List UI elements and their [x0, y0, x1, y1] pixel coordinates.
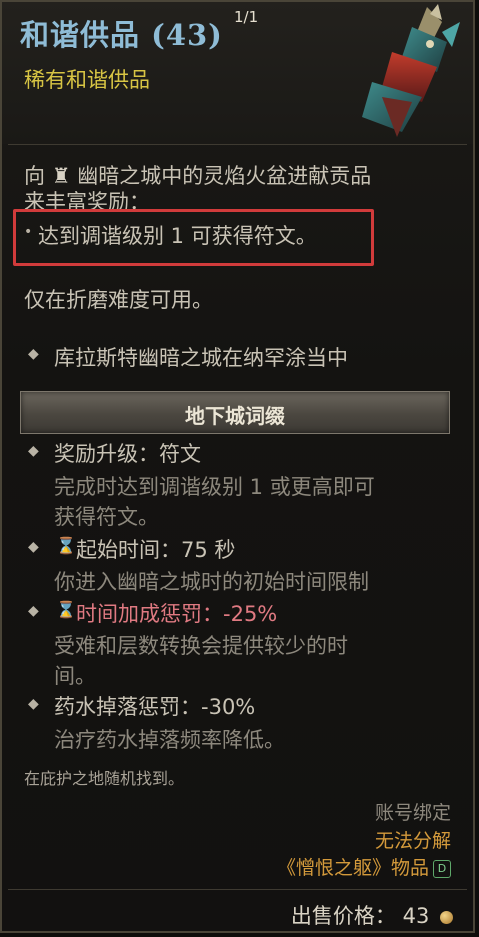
time-penalty-desc-1: 受难和层数转换会提供较少的时: [54, 634, 348, 658]
item-rarity: 稀有和谐供品: [24, 68, 150, 92]
banner-label: 地下城词缀: [185, 404, 285, 428]
time-penalty-title: 时间加成惩罚：-25%: [76, 602, 278, 626]
bullet-dot-icon: •: [24, 224, 33, 240]
reward-upgrade-desc-1: 完成时达到调谐级别 1 或更高即可: [54, 475, 375, 499]
start-time-title: 起始时间：75 秒: [76, 538, 236, 562]
diamond-bullet-icon: ◆: [28, 539, 39, 555]
expansion-d-icon: D: [433, 859, 451, 878]
reward-upgrade-title: 奖励升级：符文: [54, 442, 201, 466]
account-bound-label: 账号绑定: [374, 802, 451, 824]
stack-count: 1/1: [234, 8, 259, 26]
location-line: 库拉斯特幽暗之城在纳罕涂当中: [54, 346, 348, 370]
diamond-bullet-icon: ◆: [28, 603, 39, 619]
start-time-desc: 你进入幽暗之城时的初始时间限制: [54, 570, 369, 594]
dungeon-affixes-banner: 地下城词缀: [20, 391, 450, 434]
rune-reward-line: 达到调谐级别 1 可获得符文。: [38, 224, 317, 248]
time-penalty-desc-2: 间。: [54, 664, 96, 688]
hourglass-penalty-icon: ⌛: [56, 600, 76, 619]
header-divider: [8, 144, 467, 145]
potion-penalty-desc: 治疗药水掉落频率降低。: [54, 728, 285, 752]
diamond-bullet-icon: ◆: [28, 443, 39, 459]
sell-price-label: 出售价格：: [290, 904, 396, 928]
hourglass-icon: ⌛: [56, 536, 76, 555]
dungeon-icon: ♜: [51, 164, 71, 188]
item-tooltip: 和谐供品 (43) 1/1 稀有和谐供品 向 ♜ 幽暗之城中的灵焰火盆进献贡品 …: [0, 0, 475, 933]
footer-divider: [8, 889, 467, 890]
no-salvage-label: 无法分解: [374, 830, 451, 852]
diamond-bullet-icon: ◆: [28, 696, 39, 712]
expansion-item-label: 《憎恨之躯》物品 D: [277, 853, 451, 880]
offering-art-icon: [362, 4, 460, 137]
reward-upgrade-desc-2: 获得符文。: [54, 505, 159, 529]
diamond-bullet-icon: ◆: [28, 346, 39, 362]
potion-penalty-title: 药水掉落惩罚：-30%: [54, 695, 256, 719]
sell-price-value: 43: [402, 904, 430, 928]
sell-price-row: 出售价格： 43: [291, 900, 453, 930]
tooltip-header: 和谐供品 (43) 1/1 稀有和谐供品: [2, 2, 473, 144]
torment-only-line: 仅在折磨难度可用。: [24, 288, 213, 312]
item-title: 和谐供品 (43): [20, 18, 223, 52]
found-location-note: 在庇护之地随机找到。: [24, 769, 185, 788]
gold-coin-icon: [440, 910, 453, 924]
